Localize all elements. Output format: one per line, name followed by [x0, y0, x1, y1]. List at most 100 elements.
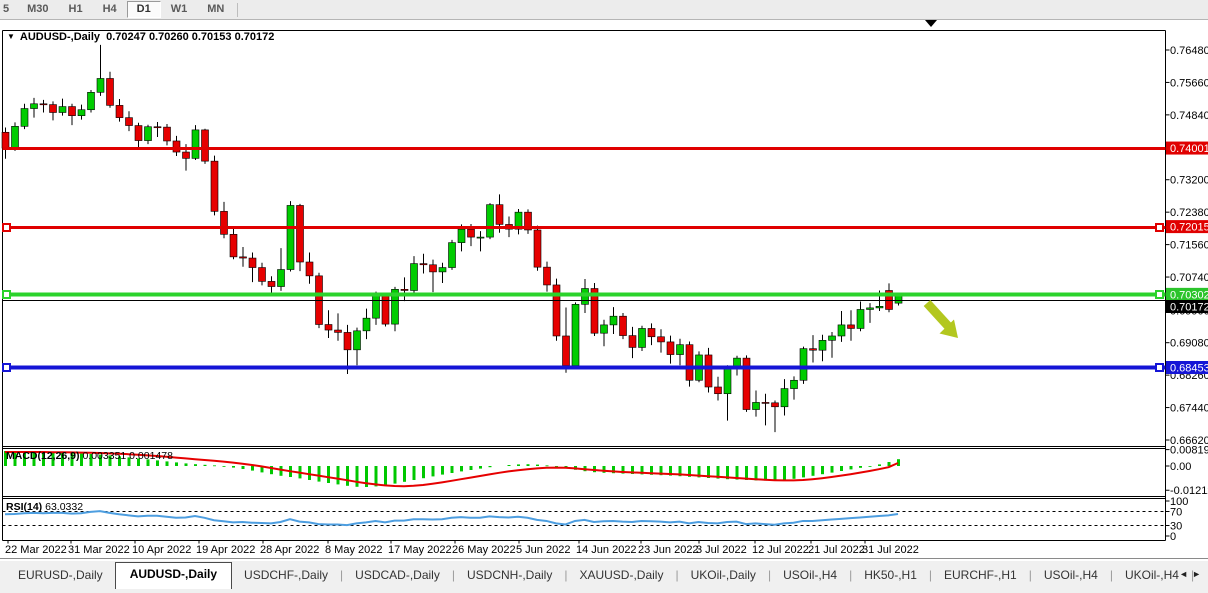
candle-body	[401, 289, 408, 290]
macd-histogram-bar	[878, 464, 881, 466]
line-handle[interactable]	[1156, 224, 1163, 231]
date-axis-label: 10 Apr 2022	[132, 544, 191, 556]
macd-histogram-bar	[194, 464, 197, 466]
macd-histogram-bar	[517, 464, 520, 466]
rsi-axis-label: 0	[1170, 531, 1176, 543]
chart-tabs-bar: EURUSD-,DailyAUDUSD-,DailyUSDCHF-,Daily|…	[0, 561, 1208, 593]
candle-body	[344, 332, 351, 349]
macd-histogram-bar	[793, 466, 796, 479]
price-badge-0.68453-text: 0.68453	[1170, 362, 1208, 374]
chart-shift-marker-icon[interactable]	[925, 20, 937, 27]
candle-body	[297, 205, 304, 262]
candle-body	[183, 152, 190, 158]
macd-histogram-bar	[327, 466, 330, 483]
rsi-label: RSI(14) 63.0332	[6, 501, 83, 513]
line-handle[interactable]	[1156, 364, 1163, 371]
macd-histogram-bar	[831, 466, 834, 473]
candle-body	[59, 107, 66, 113]
macd-histogram-bar	[308, 466, 311, 480]
rsi-name: RSI(14)	[6, 501, 42, 513]
macd-histogram-bar	[223, 466, 226, 467]
macd-name: MACD(12,26,9)	[6, 450, 80, 462]
chart-tab-eurusd-daily[interactable]: EURUSD-,Daily	[6, 563, 115, 588]
chart-tab-usoil-h4[interactable]: USOil-,H4	[771, 563, 849, 588]
date-axis-label: 12 Jul 2022	[752, 544, 809, 556]
candle-body	[819, 340, 826, 350]
candle-body	[373, 295, 380, 318]
line-handle[interactable]	[1156, 291, 1163, 298]
candle-body	[240, 257, 247, 258]
macd-histogram-bar	[479, 466, 482, 469]
candle-body	[2, 132, 9, 148]
candle-body	[572, 304, 579, 365]
chart-tab-xauusd-daily[interactable]: XAUUSD-,Daily	[567, 563, 675, 588]
candle-body	[629, 336, 636, 348]
line-handle[interactable]	[3, 291, 10, 298]
date-axis-label: 3 Jul 2022	[696, 544, 747, 556]
chart-tab-hk50-h1[interactable]: HK50-,H1	[852, 563, 929, 588]
chart-tab-audusd-daily[interactable]: AUDUSD-,Daily	[115, 562, 232, 589]
date-axis-label: 23 Jun 2022	[638, 544, 699, 556]
macd-histogram-bar	[394, 466, 397, 484]
macd-histogram-bar	[869, 466, 872, 467]
candle-body	[610, 316, 617, 325]
tab-scroll-left-icon[interactable]: ◄	[1179, 569, 1192, 579]
macd-histogram-bar	[821, 466, 824, 474]
macd-histogram-bar	[280, 466, 283, 476]
candle-body	[658, 337, 665, 342]
candle-body	[40, 104, 47, 105]
macd-label: MACD(12,26,9) 0.003351 0.001478	[6, 450, 173, 462]
date-axis-label: 8 May 2022	[325, 544, 382, 556]
chart-tab-usdcnh-daily[interactable]: USDCNH-,Daily	[455, 563, 564, 588]
chart-tab-ukoil-daily[interactable]: UKOil-,Daily	[679, 563, 768, 588]
tab-scroll-right-icon[interactable]: ►	[1192, 569, 1205, 579]
candle-body	[430, 265, 437, 272]
macd-histogram-bar	[232, 466, 235, 468]
candle-body	[107, 78, 114, 105]
line-handle[interactable]	[3, 364, 10, 371]
chart-ohlc-values: 0.70247 0.70260 0.70153 0.70172	[106, 31, 274, 43]
macd-histogram-bar	[185, 463, 188, 466]
candle-body	[724, 367, 731, 394]
chart-tab-eurchf-h1[interactable]: EURCHF-,H1	[932, 563, 1029, 588]
candle-body	[715, 387, 722, 394]
candle-body	[800, 349, 807, 381]
chart-tab-usdchf-daily[interactable]: USDCHF-,Daily	[232, 563, 340, 588]
rsi-value: 63.0332	[45, 501, 83, 513]
date-axis-label: 28 Apr 2022	[260, 544, 319, 556]
chart-tab-usoil-h4[interactable]: USOil-,H4	[1032, 563, 1110, 588]
macd-histogram-bar	[242, 466, 245, 469]
candle-body	[69, 107, 76, 116]
candle-body	[781, 389, 788, 407]
candle-body	[221, 211, 228, 234]
macd-histogram-bar	[460, 466, 463, 471]
price-axis-label: 0.76480	[1170, 45, 1208, 57]
date-axis-label: 19 Apr 2022	[196, 544, 255, 556]
price-badge-0.70302-text: 0.70302	[1170, 289, 1208, 301]
macd-histogram-bar	[251, 466, 254, 471]
date-axis-label: 14 Jun 2022	[576, 544, 637, 556]
candle-body	[126, 118, 133, 126]
rsi-line	[5, 511, 898, 525]
macd-histogram-bar	[451, 466, 454, 473]
candle-body	[249, 258, 256, 267]
price-axis-label: 0.70740	[1170, 272, 1208, 284]
line-handle[interactable]	[3, 224, 10, 231]
chart-tab-usdcad-daily[interactable]: USDCAD-,Daily	[343, 563, 452, 588]
price-axis-label: 0.69080	[1170, 338, 1208, 350]
macd-histogram-bar	[175, 462, 178, 466]
candle-body	[202, 130, 209, 161]
macd-histogram-bar	[166, 461, 169, 466]
candle-body	[876, 306, 883, 308]
candle-body	[753, 402, 760, 409]
price-axis-label: 0.74840	[1170, 110, 1208, 122]
candle-body	[648, 328, 655, 336]
date-axis-label: 5 Jun 2022	[516, 544, 570, 556]
candle-body	[97, 78, 104, 92]
collapse-triangle-icon[interactable]: ▼	[7, 32, 15, 41]
macd-histogram-bar	[413, 466, 416, 480]
down-arrow-annotation[interactable]	[927, 303, 948, 326]
candle-body	[601, 325, 608, 333]
chart-symbol-period: AUDUSD-,Daily	[20, 31, 100, 43]
candle-body	[287, 205, 294, 269]
